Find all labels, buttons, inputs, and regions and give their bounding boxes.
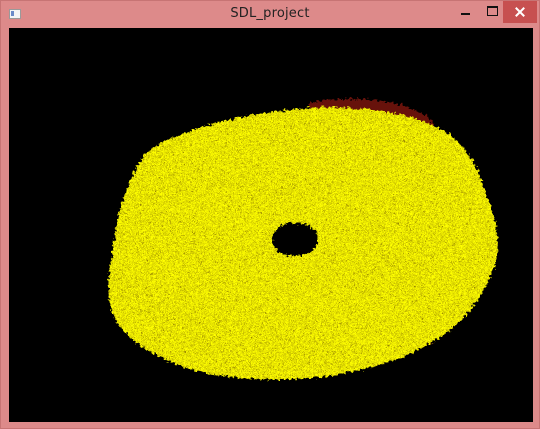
particle-blob [108, 107, 499, 380]
close-button[interactable] [503, 1, 537, 23]
app-window: SDL_project [0, 0, 540, 429]
title-bar[interactable]: SDL_project [1, 1, 539, 28]
maximize-button[interactable] [479, 1, 506, 23]
render-canvas[interactable] [9, 28, 533, 422]
particle-render [108, 98, 499, 380]
minimize-button[interactable] [452, 1, 479, 23]
